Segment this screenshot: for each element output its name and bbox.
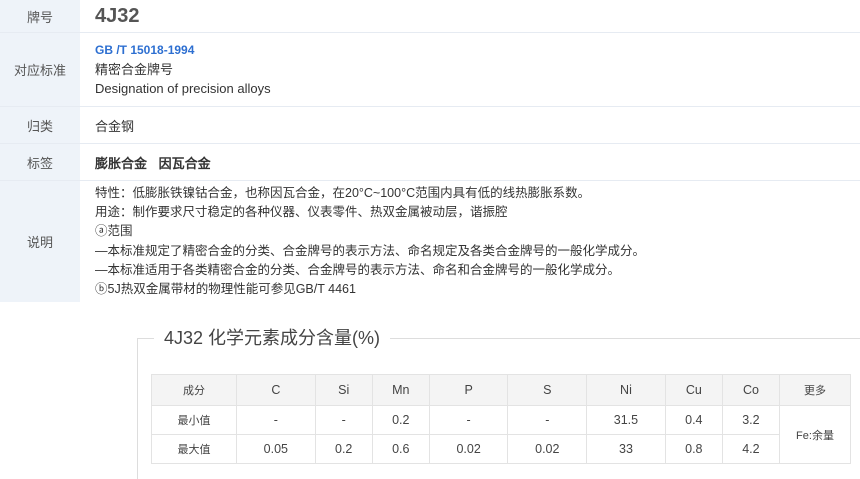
chemical-composition-section: 4J32 化学元素成分含量(%) 成分 C Si Mn P S Ni Cu Co… [137, 324, 860, 479]
min-value: 0.2 [371, 405, 430, 435]
min-value: - [314, 405, 373, 435]
tag-item[interactable]: 膨胀合金 [95, 156, 147, 171]
header-element: S [507, 374, 588, 406]
grade-label: 牌号 [0, 0, 80, 32]
min-value: - [428, 405, 509, 435]
tags-row: 标签 膨胀合金 因瓦合金 [0, 144, 860, 181]
min-value: - [236, 405, 316, 435]
header-element: Cu [664, 374, 723, 406]
category-row: 归类 合金钢 [0, 107, 860, 144]
grade-row: 牌号 4J32 [0, 0, 860, 33]
category-value: 合金钢 [95, 118, 135, 134]
max-value: 0.02 [507, 434, 588, 464]
header-element: Co [721, 374, 781, 406]
standard-row: 对应标准 GB /T 15018-1994 精密合金牌号 Designation… [0, 33, 860, 107]
description-line: ⓑ5J热双金属带材的物理性能可参见GB/T 4461 [95, 282, 356, 297]
description-line: ⓐ范围 [95, 224, 133, 239]
standard-cell: GB /T 15018-1994 精密合金牌号 Designation of p… [80, 33, 860, 106]
max-value: 0.02 [428, 434, 509, 464]
chemical-composition-title: 4J32 化学元素成分含量(%) [154, 324, 391, 350]
tag-item[interactable]: 因瓦合金 [159, 156, 211, 171]
description-cell: 特性：低膨胀铁镍钴合金，也称因瓦合金，在20°C~100°C范围内具有低的线热膨… [80, 181, 860, 302]
standard-title-en: Designation of precision alloys [95, 81, 271, 96]
header-component: 成分 [151, 374, 237, 406]
category-cell: 合金钢 [80, 107, 860, 143]
tags-cell: 膨胀合金 因瓦合金 [80, 144, 860, 180]
header-element: Si [314, 374, 373, 406]
min-value: - [507, 405, 588, 435]
max-value: 33 [586, 434, 666, 464]
header-element: Mn [371, 374, 430, 406]
header-element: Ni [586, 374, 666, 406]
header-element: P [428, 374, 509, 406]
min-value: 0.4 [664, 405, 723, 435]
description-line: 用途：制作要求尺寸稳定的各种仪器、仪表零件、热双金属被动层，谐振腔 [95, 204, 508, 219]
max-value: 0.05 [236, 434, 316, 464]
header-more: 更多 [779, 374, 851, 406]
max-value: 0.6 [371, 434, 430, 464]
description-line: —本标准适用于各类精密合金的分类、合金牌号的表示方法、命名和合金牌号的一般化学成… [95, 262, 621, 277]
max-value: 0.2 [314, 434, 373, 464]
standard-title-cn: 精密合金牌号 [95, 62, 174, 77]
max-value: 4.2 [721, 434, 781, 464]
tags-label: 标签 [0, 144, 80, 180]
grade-cell: 4J32 [80, 0, 860, 32]
description-line: 特性：低膨胀铁镍钴合金，也称因瓦合金，在20°C~100°C范围内具有低的线热膨… [95, 185, 591, 200]
header-element: C [236, 374, 316, 406]
description-label: 说明 [0, 181, 80, 302]
category-label: 归类 [0, 107, 80, 143]
more-value: Fe:余量 [779, 405, 851, 464]
table-row: 最小值 - - 0.2 - - 31.5 0.4 3.2 Fe:余量 [151, 405, 851, 464]
max-value: 0.8 [664, 434, 723, 464]
min-value: 3.2 [721, 405, 781, 435]
chemical-composition-table: 成分 C Si Mn P S Ni Cu Co 更多 最小值 - - 0.2 -… [151, 374, 851, 464]
standard-code-link[interactable]: GB /T 15018-1994 [95, 41, 860, 60]
table-header-row: 成分 C Si Mn P S Ni Cu Co 更多 [151, 374, 851, 406]
min-label: 最小值 [151, 405, 237, 435]
standard-label: 对应标准 [0, 33, 80, 106]
grade-value: 4J32 [95, 4, 140, 27]
table-row: 最大值 0.05 0.2 0.6 0.02 0.02 33 0.8 4.2 [151, 434, 851, 464]
min-value: 31.5 [586, 405, 666, 435]
description-line: —本标准规定了精密合金的分类、合金牌号的表示方法、命名规定及各类合金牌号的一般化… [95, 243, 646, 258]
max-label: 最大值 [151, 434, 237, 464]
alloy-info-table: 牌号 4J32 对应标准 GB /T 15018-1994 精密合金牌号 Des… [0, 0, 860, 302]
description-row: 说明 特性：低膨胀铁镍钴合金，也称因瓦合金，在20°C~100°C范围内具有低的… [0, 181, 860, 302]
